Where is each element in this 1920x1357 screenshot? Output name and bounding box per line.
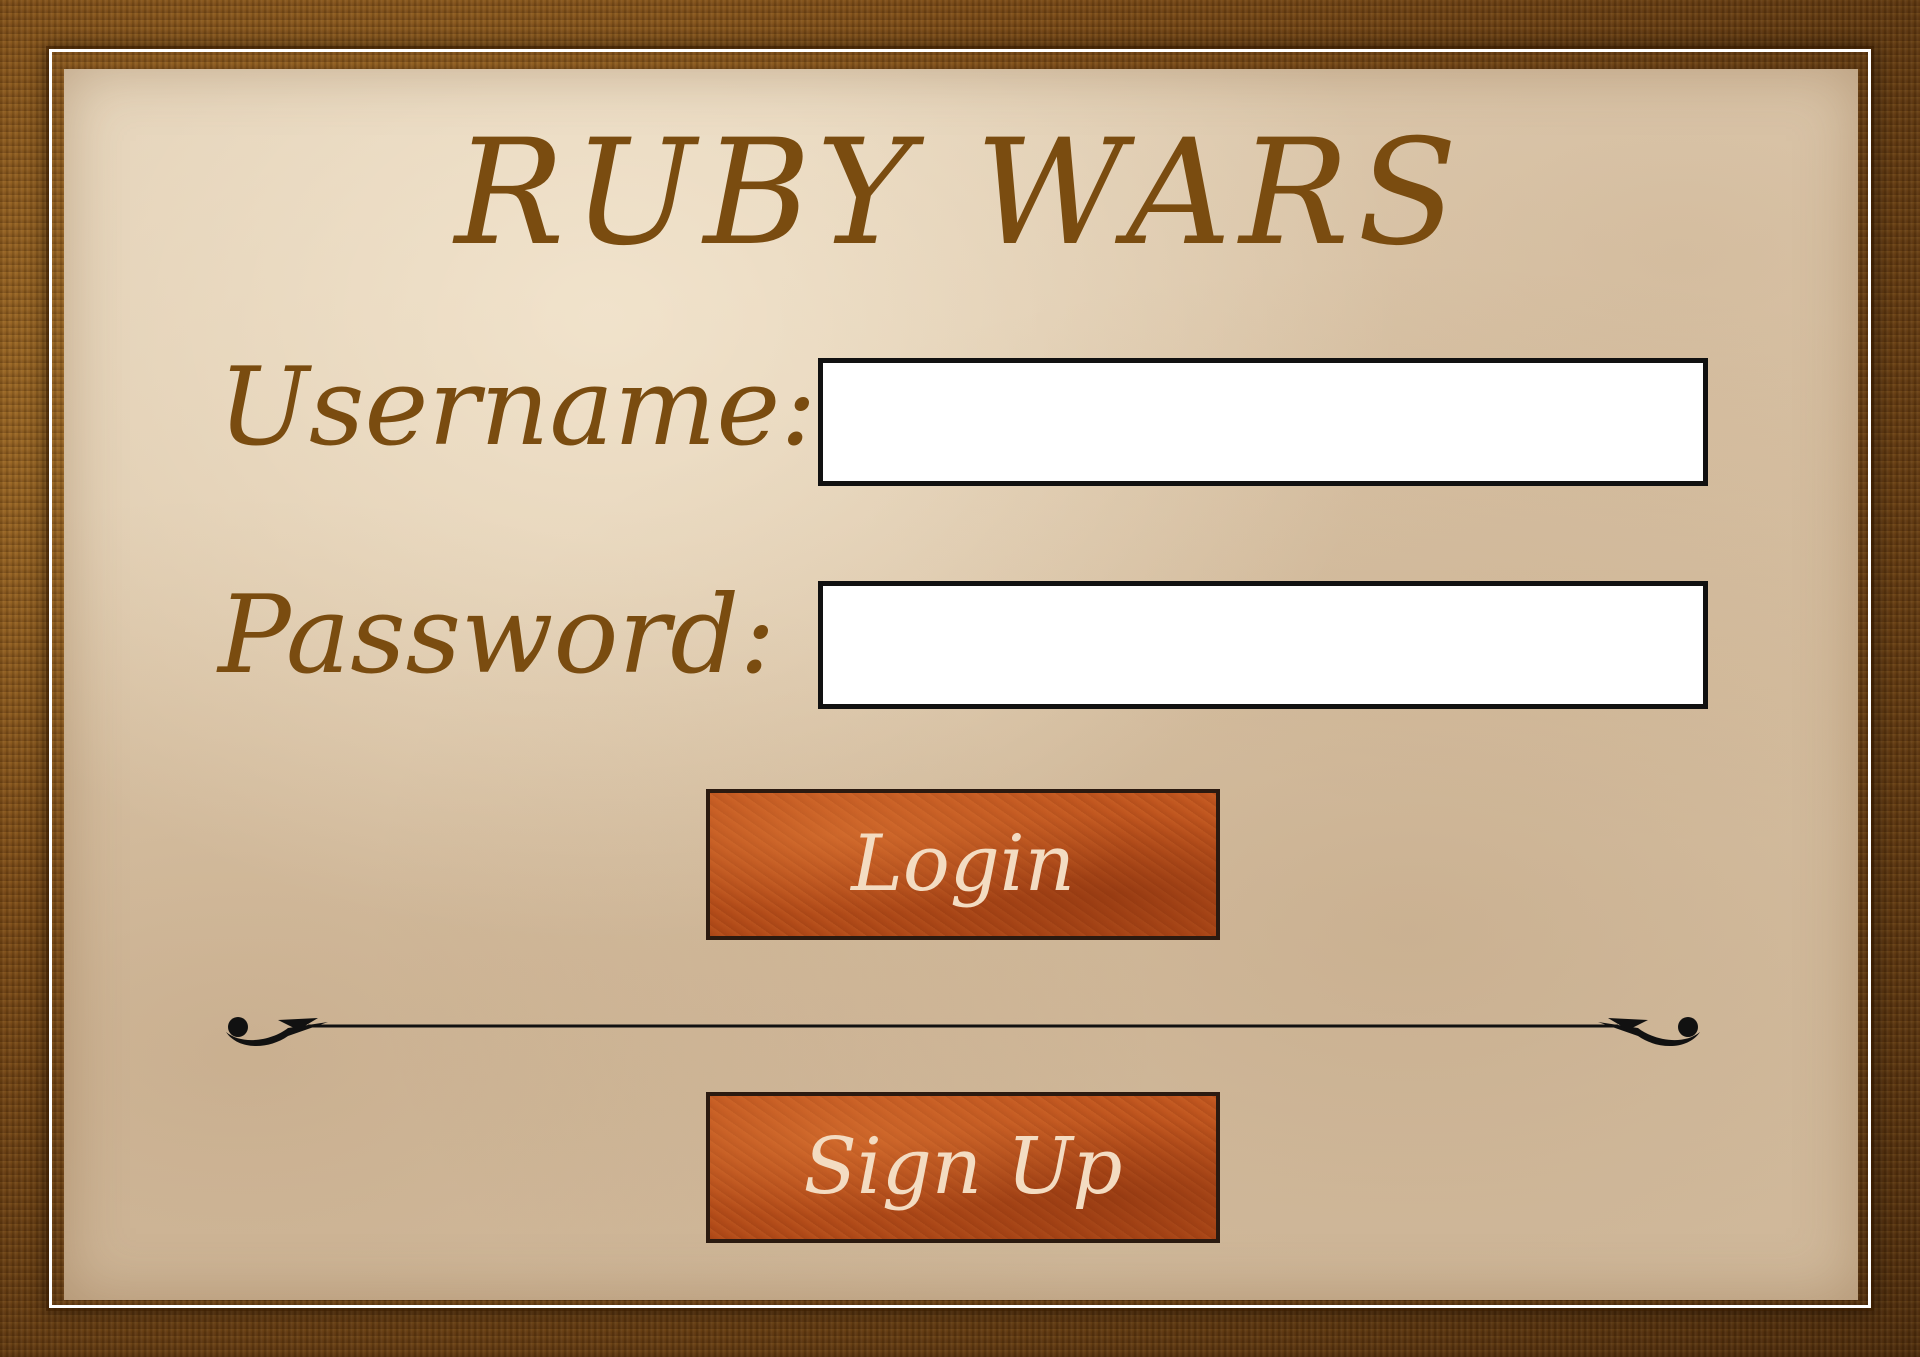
sign-up-button[interactable]: Sign Up xyxy=(706,1092,1220,1243)
username-input[interactable] xyxy=(818,358,1708,486)
game-title: RUBY WARS xyxy=(454,108,1466,278)
username-label: Username: xyxy=(218,345,817,470)
ornamental-divider xyxy=(226,1017,1700,1047)
divider-flourish-right-icon xyxy=(1598,1017,1700,1047)
password-input[interactable] xyxy=(818,581,1708,709)
divider-flourish-left-icon xyxy=(226,1017,328,1047)
password-label: Password: xyxy=(218,573,776,698)
login-button[interactable]: Login xyxy=(706,789,1220,940)
